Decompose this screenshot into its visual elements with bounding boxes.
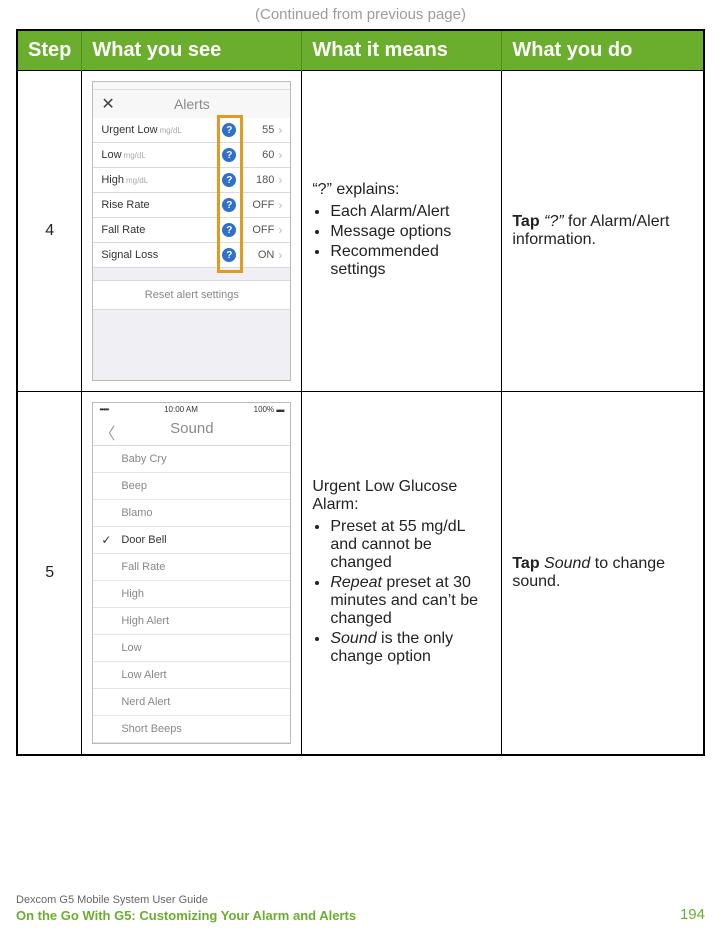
alert-label: Fall Rate [101, 224, 145, 236]
sound-option[interactable]: Beep [93, 473, 290, 500]
alert-row[interactable]: Urgent Lowmg/dL? 55 › [93, 118, 290, 143]
page-number: 194 [680, 906, 705, 923]
action-verb: Tap [512, 213, 544, 230]
action-target: “?” [544, 213, 568, 230]
screenshot-cell: ✕ Alerts Urgent Lowmg/dL?55›Lowmg/dL?60›… [82, 71, 302, 392]
list-item: Preset at 55 mg/dL and cannot be changed [330, 518, 491, 572]
sound-option[interactable]: High [93, 581, 290, 608]
step-number: 4 [17, 71, 82, 392]
list-item: Repeat preset at 30 minutes and can’t be… [330, 574, 491, 628]
sound-option[interactable]: Short Beeps [93, 716, 290, 743]
alert-row[interactable]: Signal Loss? ON › [93, 243, 290, 268]
status-battery: 100% ▬ [254, 405, 285, 414]
screenshot-cell: ••••• 10:00 AM 100% ▬ 〈 Sound Baby CryBe… [82, 392, 302, 756]
th-means: What it means [302, 30, 502, 71]
screen-header: ✕ Alerts [93, 90, 290, 118]
alert-unit: mg/dL [160, 126, 182, 135]
check-icon: ✓ [101, 533, 111, 547]
status-bar: ••••• 10:00 AM 100% ▬ [93, 403, 290, 416]
chevron-right-icon: › [278, 123, 282, 137]
chevron-right-icon: › [278, 148, 282, 162]
steps-table: Step What you see What it means What you… [16, 29, 705, 756]
meaning-cell: Urgent Low Glucose Alarm: Preset at 55 m… [302, 392, 502, 756]
action-cell: Tap “?” for Alarm/Alert information. [502, 71, 704, 392]
table-row: 5 ••••• 10:00 AM 100% ▬ 〈 Sound Baby Cry… [17, 392, 704, 756]
screen-title: Sound [170, 420, 213, 437]
alert-row[interactable]: Highmg/dL? 180 › [93, 168, 290, 193]
status-time: 10:00 AM [164, 405, 198, 414]
sound-option[interactable]: Low Alert [93, 662, 290, 689]
meaning-lead: Urgent Low Glucose Alarm: [312, 478, 491, 514]
alert-value: 180 [244, 174, 274, 186]
sound-option[interactable]: Baby Cry [93, 446, 290, 473]
alert-value: OFF [244, 199, 274, 211]
alert-label: High [101, 174, 124, 186]
alert-unit: mg/dL [126, 176, 148, 185]
alert-row[interactable]: Lowmg/dL? 60 › [93, 143, 290, 168]
meaning-lead: “?” explains: [312, 181, 491, 199]
list-item: Message options [330, 223, 491, 241]
sound-option[interactable]: ✓Door Bell [93, 527, 290, 554]
help-icon[interactable]: ? [222, 123, 236, 137]
chapter-title: On the Go With G5: Customizing Your Alar… [16, 908, 705, 923]
step-number: 5 [17, 392, 82, 756]
alert-value: 60 [244, 149, 274, 161]
action-verb: Tap [512, 555, 544, 572]
chevron-right-icon: › [278, 248, 282, 262]
sound-option[interactable]: Fall Rate [93, 554, 290, 581]
page-footer: Dexcom G5 Mobile System User Guide On th… [16, 894, 705, 923]
continued-label: (Continued from previous page) [16, 6, 705, 23]
action-target: Sound [544, 555, 590, 572]
alert-row[interactable]: Rise Rate? OFF › [93, 193, 290, 218]
table-row: 4 ✕ Alerts Urgent Lowmg/dL?55›Lowmg/dL?6… [17, 71, 704, 392]
th-do: What you do [502, 30, 704, 71]
sound-option[interactable]: Low [93, 635, 290, 662]
status-bar [93, 82, 290, 90]
screen-title: Alerts [174, 96, 210, 112]
guide-title: Dexcom G5 Mobile System User Guide [16, 894, 705, 906]
alert-label: Urgent Low [101, 124, 157, 136]
alert-label: Signal Loss [101, 249, 158, 261]
alert-label: Low [101, 149, 121, 161]
list-item: Each Alarm/Alert [330, 203, 491, 221]
back-icon[interactable]: 〈 [99, 420, 115, 444]
list-item: Recommended settings [330, 243, 491, 279]
alert-row[interactable]: Fall Rate? OFF › [93, 218, 290, 243]
sound-screen: ••••• 10:00 AM 100% ▬ 〈 Sound Baby CryBe… [92, 402, 291, 744]
signal-icon: ••••• [99, 405, 108, 414]
help-icon[interactable]: ? [222, 248, 236, 262]
reset-alerts-button[interactable]: Reset alert settings [93, 280, 290, 310]
alert-value: ON [244, 249, 274, 261]
sound-option[interactable]: Blamo [93, 500, 290, 527]
meaning-list: Each Alarm/Alert Message options Recommend… [330, 203, 491, 279]
chevron-right-icon: › [278, 173, 282, 187]
list-item: Sound is the only change option [330, 630, 491, 666]
close-icon[interactable]: ✕ [101, 94, 114, 114]
chevron-right-icon: › [278, 223, 282, 237]
th-step: Step [17, 30, 82, 71]
th-see: What you see [82, 30, 302, 71]
chevron-right-icon: › [278, 198, 282, 212]
help-icon[interactable]: ? [222, 223, 236, 237]
alerts-screen: ✕ Alerts Urgent Lowmg/dL?55›Lowmg/dL?60›… [92, 81, 291, 381]
help-icon[interactable]: ? [222, 148, 236, 162]
help-icon[interactable]: ? [222, 198, 236, 212]
meaning-cell: “?” explains: Each Alarm/Alert Message op… [302, 71, 502, 392]
alert-unit: mg/dL [124, 151, 146, 160]
alert-value: OFF [244, 224, 274, 236]
alert-value: 55 [244, 124, 274, 136]
action-cell: Tap Sound to change sound. [502, 392, 704, 756]
sound-option[interactable]: High Alert [93, 608, 290, 635]
sound-option[interactable]: Nerd Alert [93, 689, 290, 716]
screen-header: 〈 Sound [93, 416, 290, 446]
alert-label: Rise Rate [101, 199, 149, 211]
help-icon[interactable]: ? [222, 173, 236, 187]
meaning-list: Preset at 55 mg/dL and cannot be changed… [330, 518, 491, 666]
